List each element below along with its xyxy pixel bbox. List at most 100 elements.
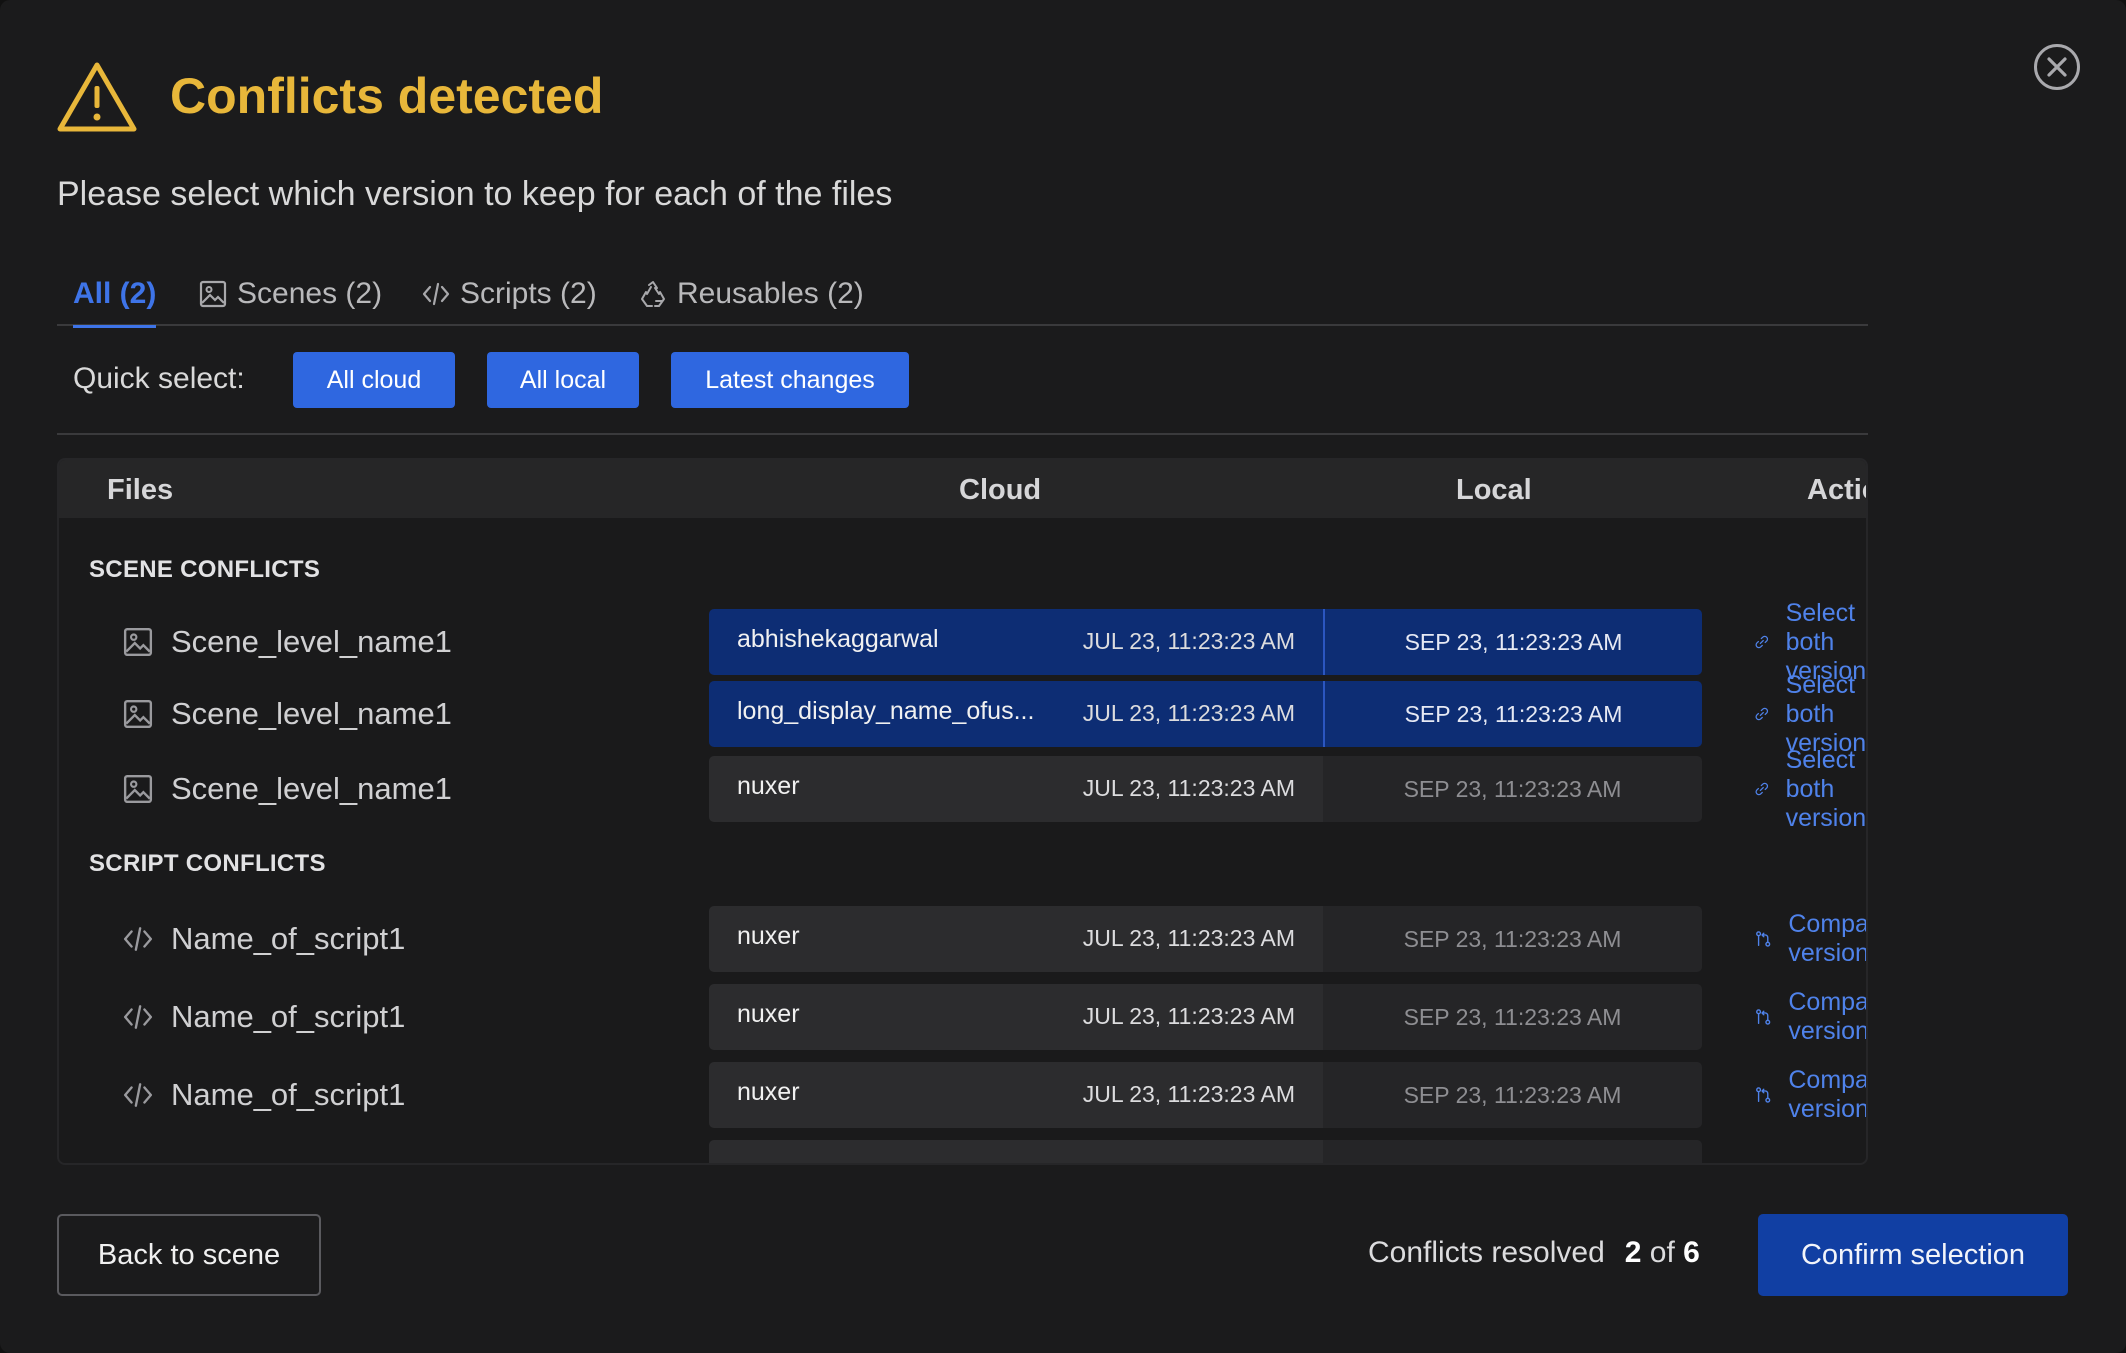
file-cell: Name_of_script1 xyxy=(123,984,405,1050)
version-selector xyxy=(709,1140,1702,1163)
tab-scenes[interactable]: Scenes (2) xyxy=(199,262,382,326)
conflicts-dialog: Conflicts detected Please select which v… xyxy=(0,0,2126,1353)
dialog-subtitle: Please select which version to keep for … xyxy=(57,175,893,213)
compare-versions-link[interactable]: Compare versions xyxy=(1754,1062,1868,1128)
select-both-versions-link[interactable]: Select both versions xyxy=(1754,746,1866,832)
cloud-user: nuxer xyxy=(737,1078,800,1106)
image-icon xyxy=(123,627,153,657)
version-selector: long_display_name_ofus... JUL 23, 11:23:… xyxy=(709,681,1702,747)
compare-icon xyxy=(1756,1009,1771,1025)
image-icon xyxy=(123,699,153,729)
dialog-title: Conflicts detected xyxy=(170,68,604,124)
tab-all[interactable]: All (2) xyxy=(73,262,157,328)
close-button[interactable] xyxy=(2032,42,2082,92)
select-both-versions-link[interactable]: Select both versions xyxy=(1754,599,1866,685)
section-label-script: SCRIPT CONFLICTS xyxy=(89,850,326,877)
local-date: SEP 23, 11:23:23 AM xyxy=(1403,1003,1622,1030)
cloud-date: JUL 23, 11:23:23 AM xyxy=(1082,1081,1295,1107)
action-label: Compare versions xyxy=(1788,910,1868,967)
local-version-option[interactable] xyxy=(1323,1140,1702,1163)
tab-bar: All (2) Scenes (2) Scripts (2) Reusables… xyxy=(57,262,1868,328)
cloud-version-option[interactable]: abhishekaggarwal JUL 23, 11:23:23 AM xyxy=(709,609,1323,675)
file-cell: Name_of_script1 xyxy=(123,906,405,972)
all-cloud-button[interactable]: All cloud xyxy=(293,352,455,408)
resolved-count-group: 2 of 6 xyxy=(1625,1236,1700,1270)
tab-reusables[interactable]: Reusables (2) xyxy=(639,262,864,326)
file-name: Name_of_script1 xyxy=(171,999,406,1034)
image-icon xyxy=(123,774,153,804)
cloud-date: JUL 23, 11:23:23 AM xyxy=(1082,628,1295,654)
cloud-user: nuxer xyxy=(737,1000,800,1028)
all-local-button[interactable]: All local xyxy=(487,352,639,408)
cloud-user: abhishekaggarwal xyxy=(737,625,939,653)
file-cell: Scene_level_name1 xyxy=(123,609,452,675)
link-icon xyxy=(1755,782,1769,796)
latest-changes-button[interactable]: Latest changes xyxy=(671,352,909,408)
cloud-version-option[interactable]: nuxer JUL 23, 11:23:23 AM xyxy=(709,1062,1323,1128)
tab-label: Scenes (2) xyxy=(237,277,383,310)
local-version-option[interactable]: SEP 23, 11:23:23 AM xyxy=(1323,681,1702,747)
tab-label: Scripts (2) xyxy=(460,277,597,310)
table-row: Scene_level_name1 nuxer JUL 23, 11:23:23… xyxy=(59,746,1866,832)
warning-icon xyxy=(56,60,138,134)
action-label: Select both versions xyxy=(1785,745,1867,832)
action-label: Compare versions xyxy=(1788,1066,1868,1123)
file-name: Scene_level_name1 xyxy=(171,771,452,806)
cloud-user: long_display_name_ofus... xyxy=(737,697,1035,725)
file-cell: Scene_level_name1 xyxy=(123,681,452,747)
tab-label: Reusables (2) xyxy=(677,277,864,310)
local-date: SEP 23, 11:23:23 AM xyxy=(1403,925,1622,952)
local-date: SEP 23, 11:23:23 AM xyxy=(1403,775,1622,802)
code-icon xyxy=(123,1083,153,1107)
local-version-option[interactable]: SEP 23, 11:23:23 AM xyxy=(1323,1062,1702,1128)
local-version-option[interactable]: SEP 23, 11:23:23 AM xyxy=(1323,609,1702,675)
select-both-versions-link[interactable]: Select both versions xyxy=(1754,671,1866,757)
code-icon xyxy=(422,282,450,306)
version-selector: nuxer JUL 23, 11:23:23 AM SEP 23, 11:23:… xyxy=(709,984,1702,1050)
table-row-partial xyxy=(59,1140,1866,1163)
back-to-scene-button[interactable]: Back to scene xyxy=(57,1214,321,1296)
action-label: Select both versions xyxy=(1785,670,1867,757)
code-icon xyxy=(123,927,153,951)
file-name: Scene_level_name1 xyxy=(171,624,452,659)
compare-versions-link[interactable]: Compare versions xyxy=(1754,984,1866,1050)
cloud-version-option[interactable] xyxy=(709,1140,1323,1163)
header-cloud: Cloud xyxy=(959,474,1042,506)
compare-icon xyxy=(1756,931,1771,947)
resolved-count: 2 xyxy=(1624,1236,1642,1269)
version-selector: nuxer JUL 23, 11:23:23 AM SEP 23, 11:23:… xyxy=(709,906,1702,972)
conflicts-resolved-status: Conflicts resolved 2 of 6 xyxy=(1368,1236,1700,1270)
table-row: Scene_level_name1 abhishekaggarwal JUL 2… xyxy=(59,599,1866,685)
confirm-selection-button[interactable]: Confirm selection xyxy=(1758,1214,2068,1296)
tab-label: All (2) xyxy=(73,277,157,310)
file-name: Name_of_script1 xyxy=(171,1077,406,1112)
table-row: Name_of_script1 nuxer JUL 23, 11:23:23 A… xyxy=(59,906,1866,972)
cloud-user: nuxer xyxy=(737,772,800,800)
table-row: Scene_level_name1 long_display_name_ofus… xyxy=(59,671,1866,757)
link-icon xyxy=(1755,707,1769,721)
file-cell: Name_of_script1 xyxy=(123,1062,405,1128)
quick-select-label: Quick select: xyxy=(73,362,245,395)
header-files: Files xyxy=(107,474,174,506)
cloud-version-option[interactable]: nuxer JUL 23, 11:23:23 AM xyxy=(709,984,1323,1050)
resolved-label: Conflicts resolved xyxy=(1368,1236,1605,1269)
local-version-option[interactable]: SEP 23, 11:23:23 AM xyxy=(1323,756,1702,822)
table-row: Name_of_script1 nuxer JUL 23, 11:23:23 A… xyxy=(59,984,1866,1050)
local-version-option[interactable]: SEP 23, 11:23:23 AM xyxy=(1323,906,1702,972)
table-header: Files Cloud Local Actions xyxy=(59,460,1866,518)
conflicts-table: Files Cloud Local Actions SCENE CONFLICT… xyxy=(57,458,1868,1165)
local-date: SEP 23, 11:23:23 AM xyxy=(1404,628,1623,655)
file-cell: Scene_level_name1 xyxy=(123,756,452,822)
cloud-version-option[interactable]: nuxer JUL 23, 11:23:23 AM xyxy=(709,756,1323,822)
tab-scripts[interactable]: Scripts (2) xyxy=(422,262,597,326)
local-version-option[interactable]: SEP 23, 11:23:23 AM xyxy=(1323,984,1702,1050)
cloud-version-option[interactable]: nuxer JUL 23, 11:23:23 AM xyxy=(709,906,1323,972)
local-date: SEP 23, 11:23:23 AM xyxy=(1404,700,1623,727)
header-actions: Actions xyxy=(1807,474,1866,506)
link-icon xyxy=(1755,635,1769,649)
section-label-scene: SCENE CONFLICTS xyxy=(89,556,321,583)
file-name: Name_of_script1 xyxy=(171,921,406,956)
compare-versions-link[interactable]: Compare versions xyxy=(1754,906,1868,972)
code-icon xyxy=(123,1005,153,1029)
cloud-version-option[interactable]: long_display_name_ofus... JUL 23, 11:23:… xyxy=(709,681,1323,747)
